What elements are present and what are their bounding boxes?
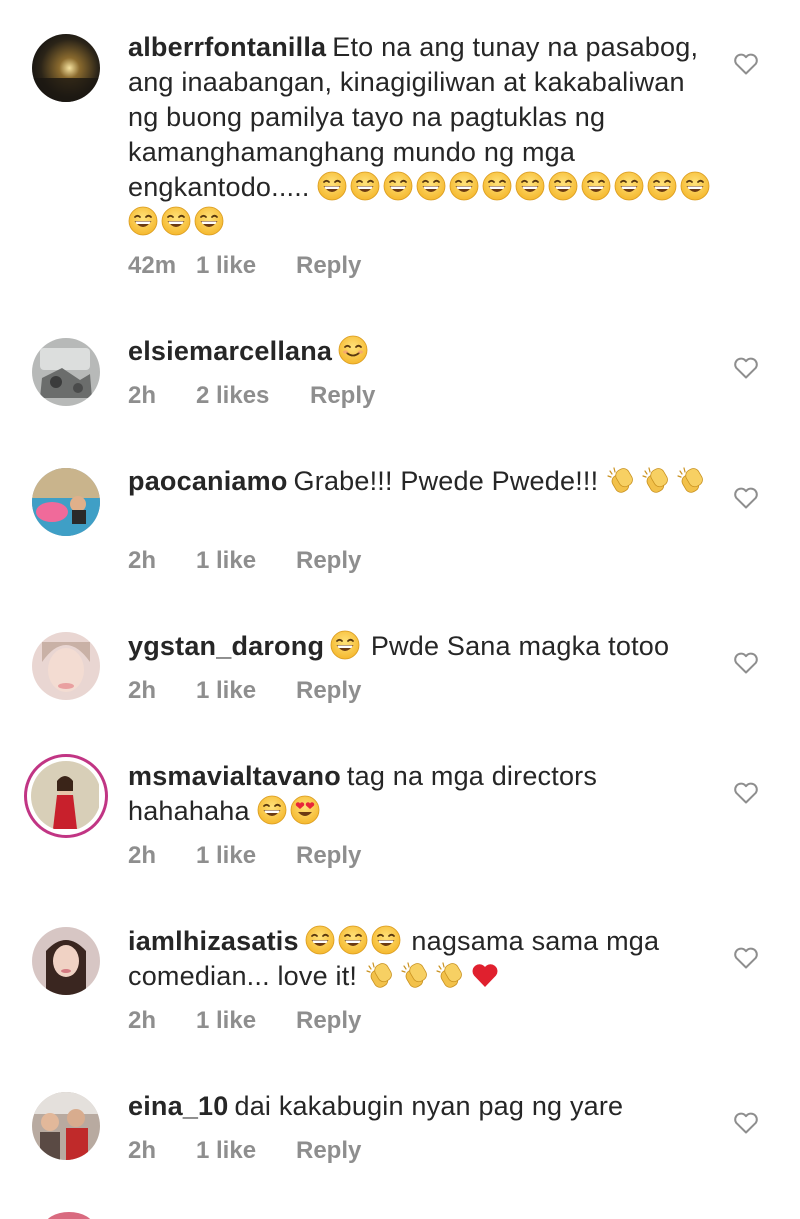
comment-text: dai kakabugin nyan pag ng yare (234, 1091, 624, 1121)
reply-button[interactable]: Reply (296, 1137, 361, 1165)
comment-likes[interactable]: 1 like (196, 1007, 296, 1035)
comment-time: 42m (128, 252, 177, 279)
comment-time: 2h (128, 1137, 157, 1164)
grin-emoji-icon (350, 171, 380, 201)
clap-emoji-icon (641, 465, 673, 495)
comment-time: 2h (128, 382, 157, 409)
reply-button[interactable]: Reply (296, 1007, 361, 1035)
avatar[interactable] (24, 754, 108, 838)
comment-time: 2h (128, 677, 157, 704)
heart-outline-icon[interactable] (733, 52, 759, 76)
emoji-group (305, 926, 404, 956)
comments-screen: alberrfontanilla Eto na ang tunay na pasa… (0, 0, 800, 1219)
comment-username[interactable]: alberrfontanilla (128, 32, 326, 62)
avatar[interactable] (32, 927, 100, 995)
avatar[interactable] (44, 1212, 94, 1219)
grin-emoji-icon (338, 925, 368, 955)
emoji-group (338, 336, 371, 366)
reply-button[interactable]: Reply (296, 252, 361, 280)
comment-username[interactable]: ygstan_darong (128, 631, 324, 661)
grin-emoji-icon (305, 925, 335, 955)
heart-outline-icon[interactable] (733, 946, 759, 970)
reply-button[interactable]: Reply (310, 382, 375, 410)
grin-emoji-icon (371, 925, 401, 955)
comment-time: 2h (128, 842, 157, 869)
avatar[interactable] (32, 468, 100, 536)
reply-button[interactable]: Reply (296, 842, 361, 870)
clap-emoji-icon (365, 960, 397, 990)
clap-emoji-icon (676, 465, 708, 495)
comment-username[interactable]: eina_10 (128, 1091, 228, 1121)
comment-likes[interactable]: 1 like (196, 547, 296, 575)
heart-outline-icon[interactable] (733, 356, 759, 380)
comment-likes[interactable]: 1 like (196, 677, 296, 705)
grin-emoji-icon (680, 171, 710, 201)
grin-emoji-icon (416, 171, 446, 201)
grin-emoji-icon (383, 171, 413, 201)
reply-button[interactable]: Reply (296, 547, 361, 575)
comment-meta: 2h 1 like Reply (128, 677, 361, 705)
comment-meta: 2h 1 like Reply (128, 547, 361, 575)
clap-emoji-icon (435, 960, 467, 990)
avatar[interactable] (32, 1092, 100, 1160)
grin-emoji-icon (194, 206, 224, 236)
grin-emoji-icon (614, 171, 644, 201)
emoji-group (330, 631, 363, 661)
emoji-group (365, 961, 503, 991)
avatar[interactable] (32, 632, 100, 700)
comment-username[interactable]: paocaniamo (128, 466, 288, 496)
comment-likes[interactable]: 2 likes (196, 382, 310, 410)
grin-emoji-icon (317, 171, 347, 201)
comment-time: 2h (128, 547, 157, 574)
comment-text: Grabe!!! Pwede Pwede!!! (293, 466, 599, 496)
grin-emoji-icon (449, 171, 479, 201)
grin-emoji-icon (161, 206, 191, 236)
grin-emoji-icon (548, 171, 578, 201)
comment-username[interactable]: elsiemarcellana (128, 336, 332, 366)
comment-text: Pwde Sana magka totoo (370, 631, 670, 661)
grin-emoji-icon (257, 795, 287, 825)
heart-outline-icon[interactable] (733, 1111, 759, 1135)
grin-emoji-icon (515, 171, 545, 201)
heart-outline-icon[interactable] (733, 651, 759, 675)
smile-emoji-icon (338, 335, 368, 365)
avatar[interactable] (32, 34, 100, 102)
comment-meta: 2h 1 like Reply (128, 1137, 361, 1165)
reply-button[interactable]: Reply (296, 677, 361, 705)
comment-likes[interactable]: 1 like (196, 842, 296, 870)
comment-meta: 2h 1 like Reply (128, 1007, 361, 1035)
emoji-group (257, 796, 323, 826)
heart-outline-icon[interactable] (733, 781, 759, 805)
grin-emoji-icon (128, 206, 158, 236)
clap-emoji-icon (400, 960, 432, 990)
comment-meta: 2h 2 likes Reply (128, 382, 375, 410)
hearteyes-emoji-icon (290, 795, 320, 825)
grin-emoji-icon (482, 171, 512, 201)
comment-meta: 42m 1 like Reply (128, 252, 361, 280)
grin-emoji-icon (330, 630, 360, 660)
comment-likes[interactable]: 1 like (196, 1137, 296, 1165)
comment-time: 2h (128, 1007, 157, 1034)
comment-username[interactable]: iamlhizasatis (128, 926, 299, 956)
grin-emoji-icon (581, 171, 611, 201)
avatar[interactable] (32, 338, 100, 406)
emoji-group (606, 466, 711, 496)
grin-emoji-icon (647, 171, 677, 201)
clap-emoji-icon (606, 465, 638, 495)
comment-meta: 2h 1 like Reply (128, 842, 361, 870)
comment-likes[interactable]: 1 like (196, 252, 296, 280)
heart-emoji-icon (470, 960, 500, 990)
heart-outline-icon[interactable] (733, 486, 759, 510)
comment-username[interactable]: msmavialtavano (128, 761, 341, 791)
